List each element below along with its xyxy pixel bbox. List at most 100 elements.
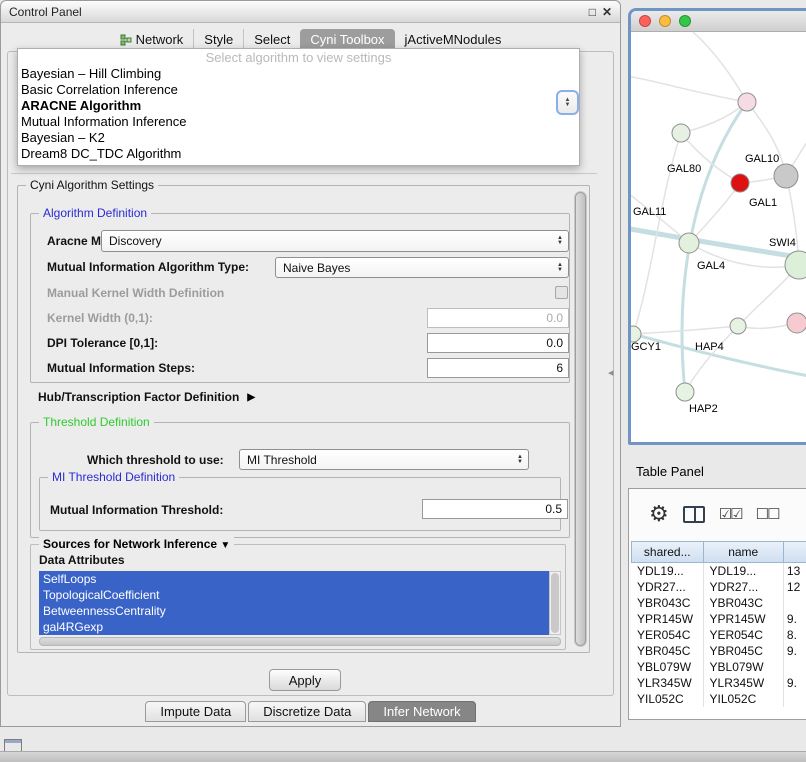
column-header-name[interactable]: name [704, 541, 784, 563]
node-label: HAP2 [689, 403, 718, 415]
network-window-titlebar [631, 11, 806, 32]
table-row[interactable]: YBL079WYBL079W [631, 659, 806, 675]
network-edge [631, 76, 747, 102]
combo-arrows-icon: ▲▼ [557, 236, 563, 246]
dpi-tolerance-input[interactable]: 0.0 [427, 333, 569, 353]
table-panel-window: ⚙ ☑☑ ☐☐ shared... name YDL19...YDL19...1… [628, 488, 806, 720]
node-label: GAL1 [749, 197, 777, 209]
node-label: GCY1 [631, 341, 661, 353]
dropdown-item[interactable]: Bayesian – Hill Climbing [18, 66, 579, 82]
table-row[interactable]: YDR27...YDR27...12 [631, 579, 806, 595]
dropdown-item[interactable]: Mutual Information Inference [18, 114, 579, 130]
status-bar [0, 751, 806, 762]
sources-toggle[interactable]: Sources for Network Inference ▼ [39, 537, 234, 551]
collapse-down-icon: ▼ [220, 540, 230, 551]
network-icon [120, 34, 132, 46]
scrollbar-thumb[interactable] [575, 192, 586, 646]
attribute-item-selected[interactable]: gal4RGexp [39, 619, 549, 635]
network-canvas[interactable]: GAL80 GAL10 GAL11 GAL1 SWI4 GAL4 GCY1 HA… [631, 32, 806, 442]
tab-label: Network [136, 32, 184, 47]
mi-threshold-input[interactable]: 0.5 [422, 499, 568, 519]
table-row[interactable]: YPR145WYPR145W9. [631, 611, 806, 627]
dpi-tolerance-label: DPI Tolerance [0,1]: [47, 336, 158, 350]
dropdown-item[interactable]: Bayesian – K2 [18, 130, 579, 146]
network-node-hap4[interactable] [730, 318, 746, 334]
mi-type-select[interactable]: Naive Bayes ▲▼ [275, 257, 569, 278]
control-panel-window: Control Panel □ ✕ Network [0, 0, 621, 727]
node-label: GAL11 [633, 206, 666, 218]
close-icon[interactable]: ✕ [602, 5, 612, 19]
dropdown-item[interactable]: Basic Correlation Inference [18, 82, 579, 98]
algorithm-definition-group: Algorithm Definition Aracne Mode: Discov… [30, 213, 570, 383]
node-label: GAL10 [745, 153, 779, 165]
mi-threshold-definition-group: MI Threshold Definition Mutual Informati… [39, 477, 561, 531]
mi-type-label: Mutual Information Algorithm Type: [47, 260, 249, 274]
network-node-gcy1[interactable] [631, 326, 641, 342]
unchecked-boxes-icon[interactable]: ☐☐ [756, 505, 779, 523]
column-header-shared-name[interactable]: shared... [631, 541, 704, 563]
aracne-mode-select[interactable]: Discovery ▲▼ [101, 230, 569, 252]
table-panel-title: Table Panel [636, 464, 704, 479]
tab-discretize-data[interactable]: Discretize Data [248, 701, 366, 722]
table-row[interactable]: YLR345WYLR345W9. [631, 675, 806, 691]
combo-arrows-icon: ▲▼ [565, 98, 571, 108]
threshold-definition-group: Threshold Definition Which threshold to … [30, 422, 570, 538]
zoom-traffic-light-icon[interactable] [679, 15, 691, 27]
splitter-collapse-icon[interactable]: ◂ [608, 366, 614, 379]
float-window-icon[interactable]: □ [589, 5, 596, 19]
column-header-extra[interactable] [784, 541, 806, 563]
table-header: shared... name [631, 541, 806, 563]
table-row[interactable]: YBR045CYBR045C9. [631, 643, 806, 659]
attribute-item-selected[interactable]: SelfLoops [39, 571, 549, 587]
minimize-traffic-light-icon[interactable] [659, 15, 671, 27]
network-edge [681, 133, 740, 183]
settings-scrollbar[interactable] [574, 191, 587, 647]
network-node-gal10[interactable] [731, 174, 749, 192]
table-row[interactable]: YER054CYER054C8. [631, 627, 806, 643]
network-node[interactable] [774, 164, 798, 188]
attribute-list-hscrollbar[interactable] [39, 637, 561, 646]
apply-button[interactable]: Apply [269, 669, 341, 691]
table-body: YDL19...YDL19...13 YDR27...YDR27...12 YB… [631, 563, 806, 719]
network-node-hap2[interactable] [676, 383, 694, 401]
manual-kernel-checkbox[interactable] [555, 286, 568, 299]
algorithm-dropdown-popup: Select algorithm to view settings Bayesi… [17, 48, 580, 166]
algorithm-combobox-button[interactable]: ▲▼ [556, 90, 579, 115]
network-edge [633, 326, 738, 334]
control-panel-titlebar: Control Panel □ ✕ [1, 1, 620, 23]
attribute-item-selected[interactable]: BetweennessCentrality [39, 603, 549, 619]
network-view-window: GAL80 GAL10 GAL11 GAL1 SWI4 GAL4 GCY1 HA… [628, 8, 806, 445]
checked-boxes-icon[interactable]: ☑☑ [719, 505, 742, 523]
hub-tf-definition-toggle[interactable]: Hub/Transcription Factor Definition ▶ [38, 390, 255, 404]
node-label: HAP4 [695, 341, 724, 353]
node-label: SWI4 [769, 237, 796, 249]
group-title: Algorithm Definition [39, 206, 151, 220]
columns-icon[interactable] [683, 506, 705, 523]
network-node[interactable] [787, 313, 806, 333]
network-node-gal4[interactable] [679, 233, 699, 253]
dropdown-item-selected[interactable]: ARACNE Algorithm [18, 98, 579, 114]
scrollbar-thumb[interactable] [551, 573, 559, 633]
gear-icon[interactable]: ⚙ [649, 503, 669, 525]
group-border-line [11, 173, 597, 174]
group-title: MI Threshold Definition [48, 470, 179, 484]
table-row[interactable]: YIL052CYIL052C [631, 691, 806, 707]
network-node[interactable] [738, 93, 756, 111]
table-toolbar: ⚙ ☑☑ ☐☐ [629, 489, 806, 539]
mi-steps-input[interactable]: 6 [427, 358, 569, 378]
cyni-algorithm-settings-group: Cyni Algorithm Settings Algorithm Defini… [17, 185, 590, 653]
which-threshold-select[interactable]: MI Threshold ▲▼ [239, 449, 529, 470]
kernel-width-input[interactable]: 0.0 [427, 308, 569, 328]
close-traffic-light-icon[interactable] [639, 15, 651, 27]
tab-impute-data[interactable]: Impute Data [145, 701, 246, 722]
attribute-list-scrollbar[interactable] [549, 571, 561, 635]
table-row[interactable]: YBR043CYBR043C [631, 595, 806, 611]
node-label: GAL80 [667, 163, 701, 175]
dropdown-item[interactable]: Dream8 DC_TDC Algorithm [18, 146, 579, 162]
attribute-item-selected[interactable]: TopologicalCoefficient [39, 587, 549, 603]
manual-kernel-label: Manual Kernel Width Definition [47, 286, 224, 300]
combo-arrows-icon: ▲▼ [557, 263, 563, 273]
table-row[interactable]: YDL19...YDL19...13 [631, 563, 806, 579]
network-node[interactable] [672, 124, 690, 142]
tab-infer-network[interactable]: Infer Network [368, 701, 475, 722]
